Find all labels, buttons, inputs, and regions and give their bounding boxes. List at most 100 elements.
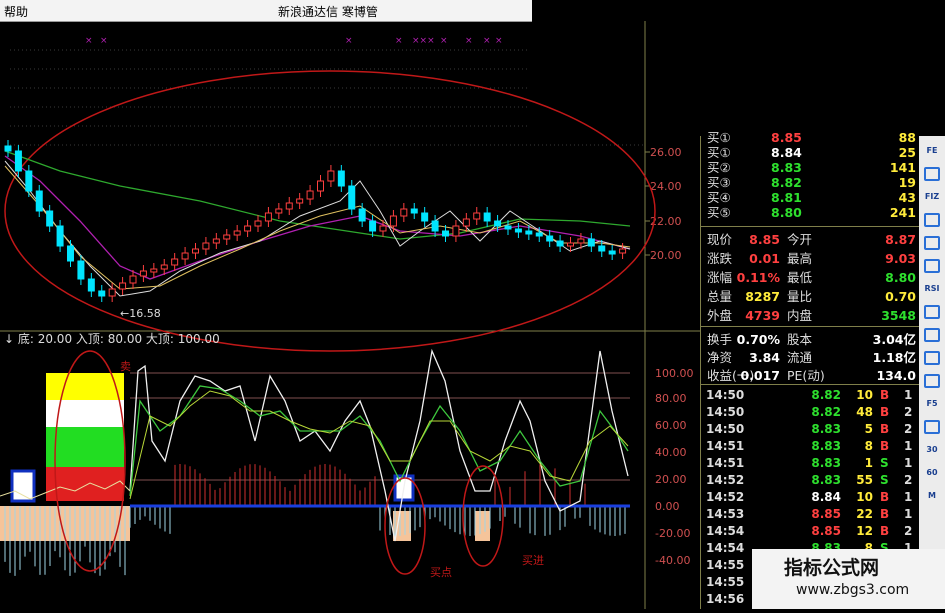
- candle-body: [327, 170, 335, 182]
- bid-row[interactable]: 买② 8.83 141: [701, 160, 920, 175]
- screen-icon[interactable]: 30: [922, 441, 942, 459]
- trade-row[interactable]: 14:51 8.83 1 S 1: [701, 456, 920, 471]
- finance-row: 净资 3.84 流通 1.18亿: [701, 350, 920, 365]
- candle-body: [337, 170, 345, 187]
- price-tick: 26.00: [650, 146, 682, 159]
- candle-body: [514, 228, 522, 233]
- trade-price: 8.82: [811, 388, 841, 402]
- buy-block-2: [475, 511, 490, 541]
- trade-row[interactable]: 14:54 8.85 12 B 2: [701, 524, 920, 539]
- candle-body: [546, 235, 554, 242]
- trade-row[interactable]: 14:52 8.84 10 B 1: [701, 490, 920, 505]
- trade-volume: 48: [856, 405, 873, 419]
- finance-value: 0.70%: [736, 332, 780, 347]
- trade-time: 14:54: [706, 524, 745, 538]
- svg-text:0.00: 0.00: [655, 500, 680, 513]
- trade-count: 2: [904, 473, 913, 487]
- exit-icon[interactable]: F5: [922, 395, 942, 413]
- stat-row: 现价 8.85 今开 8.87: [701, 232, 920, 247]
- stat-row: 涨跌 0.01 最高 9.03: [701, 251, 920, 266]
- candle-body: [452, 225, 460, 237]
- trade-time: 14:56: [706, 592, 745, 606]
- stat-value: 4739: [745, 308, 780, 323]
- stat-label: 涨幅: [707, 270, 733, 285]
- candle-body: [35, 190, 43, 212]
- trade-count: 1: [904, 388, 913, 402]
- f5-icon[interactable]: [922, 418, 942, 436]
- trade-volume: 1: [864, 456, 873, 470]
- trade-row[interactable]: 14:50 8.83 5 B 2: [701, 422, 920, 437]
- trade-side: S: [880, 473, 889, 487]
- svg-text:×: ×: [345, 36, 353, 46]
- trade-price: 8.85: [811, 507, 841, 521]
- help-menu[interactable]: 帮助: [4, 3, 28, 20]
- bid-row[interactable]: 买⑤ 8.80 241: [701, 205, 920, 220]
- trade-row[interactable]: 14:52 8.83 55 S 2: [701, 473, 920, 488]
- chart-area[interactable]: × × × × ××× × × × × 26.00 24.00 22.00 20.00 ←…: [0, 21, 700, 609]
- annotation-ellipse-price: [4, 70, 656, 352]
- candle-body: [556, 240, 564, 247]
- trade-row[interactable]: 14:50 8.82 10 B 1: [701, 388, 920, 403]
- bid-row[interactable]: 买① 8.84 25: [701, 145, 920, 160]
- bid-row[interactable]: 买① 8.85 88: [701, 130, 920, 145]
- candle-body: [421, 212, 429, 222]
- candle-body: [389, 215, 397, 227]
- period-30-icon[interactable]: 60: [922, 464, 942, 482]
- marker-box-left: [10, 469, 36, 503]
- fe-icon[interactable]: [922, 165, 942, 183]
- chart-icon[interactable]: FE: [922, 142, 942, 160]
- candle-body: [504, 225, 512, 230]
- rsi-icon[interactable]: [922, 303, 942, 321]
- bid-volume: 19: [898, 175, 916, 190]
- window-icon[interactable]: [922, 257, 942, 275]
- trade-time: 14:53: [706, 507, 745, 521]
- trade-row[interactable]: 14:50 8.82 48 B 2: [701, 405, 920, 420]
- candle-body: [567, 242, 574, 247]
- trade-time: 14:51: [706, 456, 745, 470]
- candle-body: [264, 212, 272, 222]
- candle-body: [14, 150, 22, 172]
- bid-row[interactable]: 买④ 8.81 43: [701, 190, 920, 205]
- candle-body: [358, 208, 366, 222]
- svg-text:×: ×: [100, 36, 108, 46]
- candle-body: [379, 225, 387, 232]
- trade-row[interactable]: 14:53 8.85 22 B 1: [701, 507, 920, 522]
- candle-body: [119, 282, 127, 290]
- candle-body: [306, 190, 314, 200]
- stat-label: 内盘: [787, 308, 813, 323]
- pie-icon[interactable]: [922, 234, 942, 252]
- ruler-icon[interactable]: RSI: [922, 280, 942, 298]
- svg-text:40.00: 40.00: [655, 446, 687, 459]
- watermark: 指标公式网 www.zbgs3.com: [752, 549, 945, 609]
- enter-icon[interactable]: [922, 372, 942, 390]
- candle-body: [400, 208, 408, 217]
- svg-text:×: ×: [483, 36, 491, 46]
- trade-side: B: [880, 405, 890, 419]
- candle-body: [598, 245, 606, 252]
- trade-time: 14:52: [706, 473, 745, 487]
- trade-volume: 12: [856, 524, 873, 538]
- arrow-icon[interactable]: [922, 326, 942, 344]
- bid-price: 8.83: [771, 160, 802, 175]
- grid-icon[interactable]: FIZ: [922, 188, 942, 206]
- bid-price: 8.82: [771, 175, 802, 190]
- move-icon[interactable]: [922, 349, 942, 367]
- candle-body: [535, 232, 543, 237]
- period-60-icon[interactable]: M: [922, 487, 942, 505]
- trade-row[interactable]: 14:51 8.83 8 B 1: [701, 439, 920, 454]
- bid-label: 买①: [707, 145, 731, 160]
- bid-price: 8.85: [771, 130, 802, 145]
- bid-volume: 25: [898, 145, 916, 160]
- candle-body: [473, 212, 481, 220]
- chart-svg: × × × × ××× × × × × 26.00 24.00 22.00 20.00 ←…: [0, 21, 700, 609]
- fiz-icon[interactable]: [922, 211, 942, 229]
- candle-body: [139, 270, 147, 277]
- finance-value: 134.0: [876, 368, 916, 383]
- level-block-green: [46, 427, 124, 467]
- stat-value: 8287: [745, 289, 780, 304]
- finance-label: 换手: [707, 332, 733, 347]
- candle-body: [254, 220, 262, 227]
- candle-body: [77, 260, 85, 280]
- bid-row[interactable]: 买③ 8.82 19: [701, 175, 920, 190]
- finance-row: 收益(一) 0.017 PE(动) 134.0: [701, 368, 920, 383]
